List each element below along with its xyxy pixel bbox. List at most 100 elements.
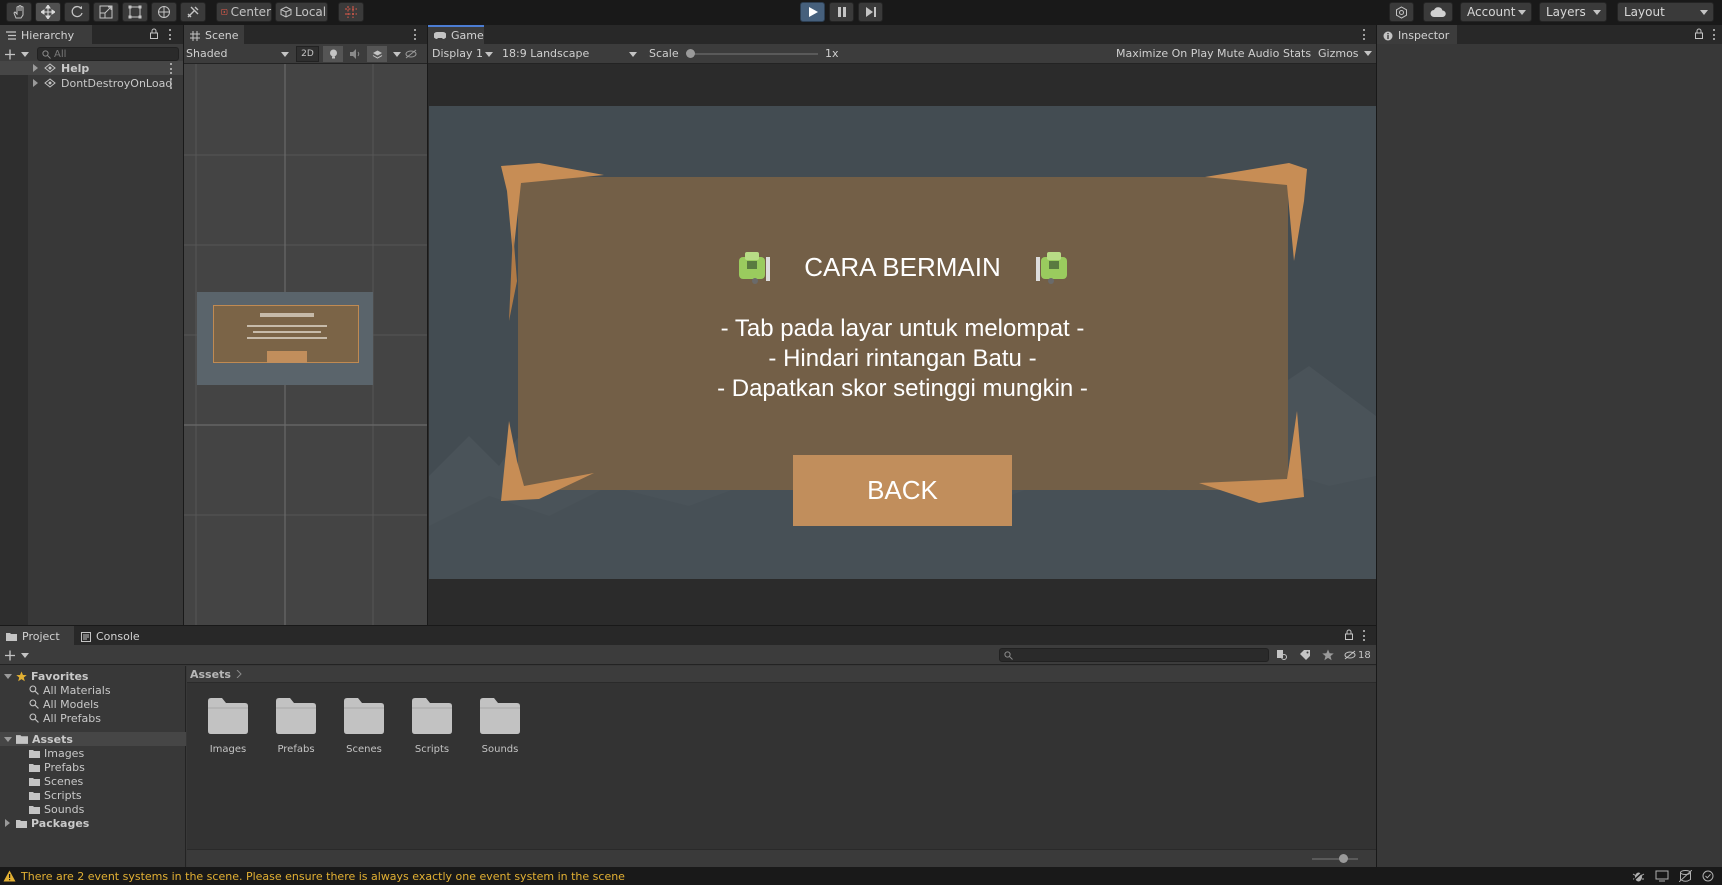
chevron-down-icon[interactable] <box>4 673 12 680</box>
hierarchy-search-input[interactable]: All <box>37 47 179 61</box>
lighting-toggle[interactable] <box>323 46 343 62</box>
game-menu-icon[interactable] <box>1363 29 1366 40</box>
item-menu-icon[interactable] <box>170 63 173 74</box>
play-button[interactable] <box>800 2 825 22</box>
display-dropdown[interactable]: Display 1 <box>432 46 498 62</box>
draw-mode-dropdown[interactable]: Shaded <box>186 46 294 62</box>
display-label: Display 1 <box>432 47 484 60</box>
project-create-button[interactable] <box>5 648 29 662</box>
cloud-button[interactable] <box>1423 2 1453 22</box>
effects-toggle[interactable] <box>367 46 387 62</box>
star-icon[interactable] <box>1322 649 1334 661</box>
custom-tool-button[interactable] <box>180 2 206 22</box>
lock-icon[interactable] <box>149 28 159 39</box>
tab-scene[interactable]: Scene <box>184 25 244 44</box>
folder-icon <box>29 749 40 758</box>
scale-tool-button[interactable] <box>93 2 119 22</box>
scene-menu-icon[interactable] <box>414 29 417 40</box>
pause-button[interactable] <box>829 2 854 22</box>
tree-item-favorite[interactable]: All Materials <box>0 683 186 697</box>
audio-toggle[interactable] <box>345 46 365 62</box>
2d-mode-toggle[interactable]: 2D <box>296 46 319 62</box>
status-message[interactable]: There are 2 event systems in the scene. … <box>21 870 625 883</box>
account-dropdown[interactable]: Account <box>1460 2 1532 22</box>
stats-toggle[interactable]: Stats <box>1283 47 1311 60</box>
hierarchy-menu-icon[interactable] <box>169 29 172 40</box>
cache-server-icon[interactable] <box>1679 870 1692 882</box>
tree-item-packages[interactable]: Packages <box>0 816 186 830</box>
tree-item-folder[interactable]: Scenes <box>0 774 186 788</box>
hierarchy-item[interactable]: DontDestroyOnLoad <box>0 76 183 90</box>
gizmos-label: Gizmos <box>1318 47 1359 60</box>
check-circle-icon[interactable] <box>1702 870 1714 882</box>
hidden-packages-toggle[interactable]: 18 <box>1344 648 1374 662</box>
label-tag-icon[interactable] <box>1299 649 1311 661</box>
create-button[interactable] <box>5 47 29 61</box>
scene-viewport[interactable] <box>184 64 427 625</box>
visibility-toggle[interactable] <box>400 46 420 62</box>
hand-tool-button[interactable] <box>6 2 32 22</box>
folder-icon <box>480 698 520 734</box>
asset-folder[interactable]: Scripts <box>402 697 462 755</box>
back-button[interactable]: BACK <box>793 455 1012 526</box>
tab-console[interactable]: Console <box>75 626 149 645</box>
tree-item-assets[interactable]: Assets <box>0 732 186 746</box>
mute-audio-toggle[interactable]: Mute Audio <box>1217 47 1279 60</box>
asset-folder[interactable]: Images <box>198 697 258 755</box>
pivot-center-button[interactable]: Center <box>216 2 272 22</box>
rotate-tool-button[interactable] <box>64 2 90 22</box>
search-by-type-icon[interactable] <box>1276 649 1288 661</box>
icon-size-slider-handle[interactable] <box>1339 854 1348 863</box>
aspect-dropdown[interactable]: 18:9 Landscape <box>502 46 642 62</box>
instruction-line: - Hindari rintangan Batu - <box>768 345 1037 372</box>
asset-folder[interactable]: Sounds <box>470 697 530 755</box>
grid-snap-button[interactable] <box>338 2 364 22</box>
game-tabbar: Game <box>428 25 1376 44</box>
gizmos-dropdown[interactable]: Gizmos <box>1318 47 1374 60</box>
chevron-right-icon[interactable] <box>32 79 39 87</box>
layers-dropdown[interactable]: Layers <box>1539 2 1607 22</box>
tab-game[interactable]: Game <box>428 25 484 44</box>
layout-dropdown[interactable]: Layout <box>1617 2 1714 22</box>
game-toolbar: Display 1 18:9 Landscape Scale 1x Maximi… <box>428 44 1376 64</box>
hierarchy-item[interactable]: Help <box>0 61 183 75</box>
tab-hierarchy[interactable]: Hierarchy <box>0 25 92 44</box>
project-menu-icon[interactable] <box>1363 630 1366 641</box>
tree-item-favorite[interactable]: All Models <box>0 697 186 711</box>
tree-item-favorites[interactable]: Favorites <box>0 669 186 683</box>
asset-folder[interactable]: Prefabs <box>266 697 326 755</box>
tree-item-folder[interactable]: Images <box>0 746 186 760</box>
asset-folder[interactable]: Scenes <box>334 697 394 755</box>
scene-canvas-preview[interactable] <box>197 292 373 385</box>
bug-icon[interactable] <box>1632 870 1645 882</box>
services-button[interactable] <box>1389 2 1414 22</box>
preview-line <box>247 337 327 339</box>
tree-item-folder[interactable]: Prefabs <box>0 760 186 774</box>
icon-size-slider[interactable] <box>1312 854 1358 863</box>
project-search-input[interactable] <box>999 648 1269 662</box>
game-viewport[interactable]: CARA BERMAIN - Tab pada layar untuk melo… <box>429 106 1376 579</box>
step-button[interactable] <box>858 2 883 22</box>
hidden-eye-icon <box>1344 650 1356 660</box>
chevron-right-icon[interactable] <box>32 64 39 72</box>
maximize-on-play-toggle[interactable]: Maximize On Play <box>1116 47 1214 60</box>
lock-icon[interactable] <box>1694 28 1704 39</box>
lock-icon[interactable] <box>1344 629 1354 640</box>
pivot-local-button[interactable]: Local <box>275 2 328 22</box>
transform-tool-button[interactable] <box>151 2 177 22</box>
scale-slider-handle[interactable] <box>686 49 695 58</box>
breadcrumb-assets[interactable]: Assets <box>190 668 231 681</box>
network-icon[interactable] <box>1655 870 1669 882</box>
tree-item-folder[interactable]: Scripts <box>0 788 186 802</box>
tab-project[interactable]: Project <box>0 626 74 645</box>
rect-tool-button[interactable] <box>122 2 148 22</box>
tree-item-favorite[interactable]: All Prefabs <box>0 711 186 725</box>
chevron-down-icon[interactable] <box>4 736 12 743</box>
move-tool-button[interactable] <box>35 2 61 22</box>
scale-slider[interactable] <box>686 49 818 58</box>
tree-item-folder[interactable]: Sounds <box>0 802 186 816</box>
item-menu-icon[interactable] <box>170 78 173 89</box>
inspector-menu-icon[interactable] <box>1713 29 1716 40</box>
tab-inspector[interactable]: Inspector <box>1377 25 1457 44</box>
chevron-right-icon[interactable] <box>4 819 11 827</box>
